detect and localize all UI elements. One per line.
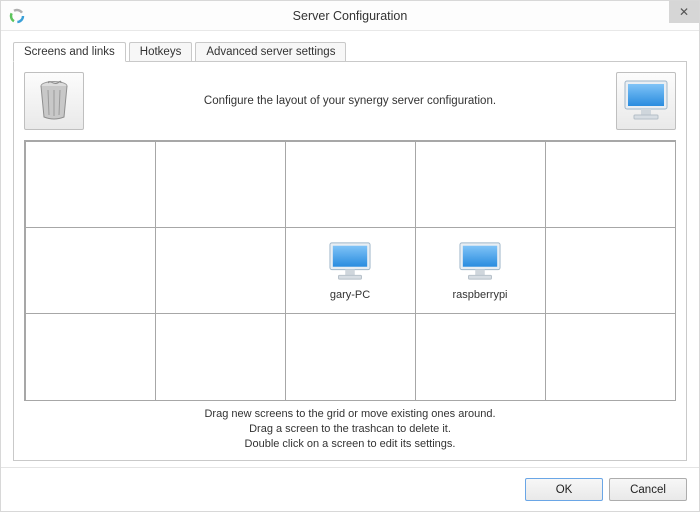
tab-label: Advanced server settings — [206, 46, 335, 58]
tab-label: Screens and links — [24, 46, 115, 58]
close-button[interactable]: ✕ — [669, 1, 699, 23]
close-icon: ✕ — [679, 5, 689, 19]
screen-raspberrypi[interactable]: raspberrypi — [415, 227, 546, 314]
monitor-icon — [622, 78, 670, 125]
screen-label: raspberrypi — [452, 289, 507, 301]
hint-text: Drag new screens to the grid or move exi… — [24, 401, 676, 454]
tab-panel-screens: Configure the layout of your synergy ser… — [13, 61, 687, 461]
screen-label: gary-PC — [330, 289, 370, 301]
content-area: Screens and links Hotkeys Advanced serve… — [1, 31, 699, 467]
screen-gary-pc[interactable]: gary-PC — [285, 227, 416, 314]
grid-cell[interactable] — [545, 227, 676, 314]
trashcan-icon — [36, 79, 72, 124]
ok-button[interactable]: OK — [525, 478, 603, 501]
app-icon — [9, 8, 25, 24]
monitor-icon — [457, 240, 503, 285]
cancel-button[interactable]: Cancel — [609, 478, 687, 501]
button-label: OK — [556, 484, 573, 496]
tab-screens-and-links[interactable]: Screens and links — [13, 42, 126, 62]
grid-cell[interactable] — [25, 227, 156, 314]
instruction-text: Configure the layout of your synergy ser… — [84, 95, 616, 107]
hint-line: Double click on a screen to edit its set… — [24, 437, 676, 452]
tab-label: Hotkeys — [140, 46, 182, 58]
grid-cell[interactable] — [155, 141, 286, 228]
top-toolbar: Configure the layout of your synergy ser… — [24, 70, 676, 132]
trashcan-dropzone[interactable] — [24, 72, 84, 130]
tab-hotkeys[interactable]: Hotkeys — [129, 42, 193, 62]
screen-grid[interactable]: gary-PC raspberrypi — [24, 140, 676, 401]
dialog-window: Server Configuration ✕ Screens and links… — [0, 0, 700, 512]
window-title: Server Configuration — [293, 9, 408, 23]
grid-cell[interactable] — [285, 313, 416, 401]
hint-line: Drag new screens to the grid or move exi… — [24, 407, 676, 422]
titlebar: Server Configuration ✕ — [1, 1, 699, 31]
grid-cell[interactable] — [545, 141, 676, 228]
grid-cell[interactable] — [415, 313, 546, 401]
grid-cell[interactable] — [25, 313, 156, 401]
grid-cell[interactable] — [545, 313, 676, 401]
tab-advanced-server-settings[interactable]: Advanced server settings — [195, 42, 346, 62]
hint-line: Drag a screen to the trashcan to delete … — [24, 422, 676, 437]
grid-cell[interactable] — [155, 313, 286, 401]
button-label: Cancel — [630, 484, 666, 496]
monitor-icon — [327, 240, 373, 285]
new-screen-source[interactable] — [616, 72, 676, 130]
dialog-footer: OK Cancel — [1, 467, 699, 511]
grid-cell[interactable] — [155, 227, 286, 314]
grid-cell[interactable] — [25, 141, 156, 228]
grid-cell[interactable] — [415, 141, 546, 228]
tab-strip: Screens and links Hotkeys Advanced serve… — [13, 37, 687, 61]
grid-cell[interactable] — [285, 141, 416, 228]
